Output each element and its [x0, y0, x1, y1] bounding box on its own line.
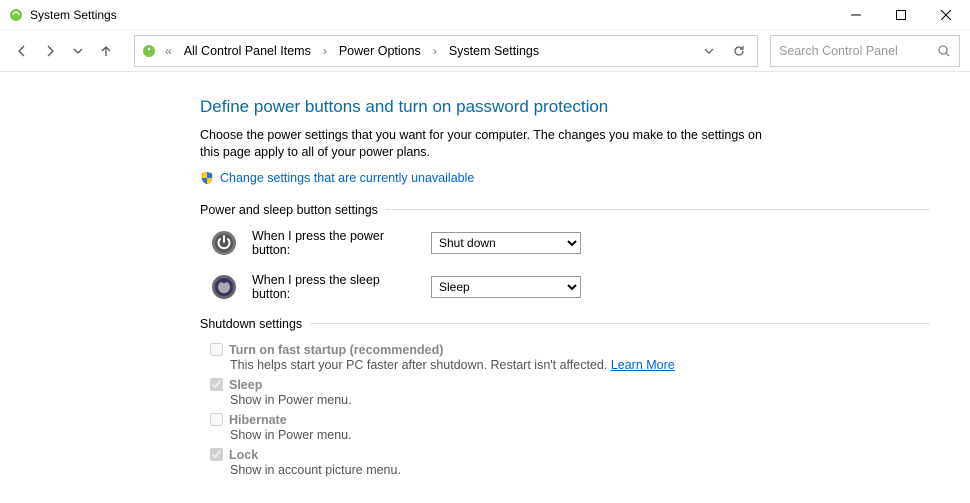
maximize-button[interactable] — [878, 0, 923, 30]
toolbar: « All Control Panel Items › Power Option… — [0, 30, 970, 72]
sleep-label: Sleep — [229, 378, 262, 392]
chevron-left-icon: « — [163, 44, 174, 58]
titlebar: System Settings — [0, 0, 970, 30]
lock-label: Lock — [229, 448, 258, 462]
chevron-right-icon: › — [431, 44, 439, 58]
close-button[interactable] — [923, 0, 968, 30]
power-button-icon — [210, 229, 238, 257]
learn-more-link[interactable]: Learn More — [611, 358, 675, 372]
page-heading: Define power buttons and turn on passwor… — [200, 97, 930, 117]
content-area: Define power buttons and turn on passwor… — [0, 72, 970, 503]
group-title-power-sleep: Power and sleep button settings — [200, 203, 378, 217]
chevron-right-icon: › — [321, 44, 329, 58]
group-title-shutdown: Shutdown settings — [200, 317, 302, 331]
sleep-button-icon — [210, 273, 238, 301]
power-button-select[interactable]: Shut down — [431, 232, 581, 254]
minimize-button[interactable] — [833, 0, 878, 30]
location-icon — [141, 43, 157, 59]
search-input[interactable] — [779, 44, 937, 58]
lock-checkbox[interactable] — [210, 448, 223, 461]
refresh-button[interactable] — [727, 39, 751, 63]
page-subtext: Choose the power settings that you want … — [200, 127, 770, 161]
breadcrumb-item-1[interactable]: Power Options — [335, 42, 425, 60]
forward-button[interactable] — [38, 39, 62, 63]
sleep-button-select[interactable]: Sleep — [431, 276, 581, 298]
window-title: System Settings — [30, 8, 117, 22]
hibernate-checkbox[interactable] — [210, 413, 223, 426]
lock-desc: Show in account picture menu. — [230, 463, 930, 477]
breadcrumb-root[interactable]: All Control Panel Items — [180, 42, 315, 60]
power-button-label: When I press the power button: — [252, 229, 417, 257]
address-dropdown-button[interactable] — [697, 39, 721, 63]
change-settings-link[interactable]: Change settings that are currently unava… — [220, 171, 474, 185]
recent-locations-button[interactable] — [66, 39, 90, 63]
shield-icon — [200, 171, 214, 185]
hibernate-label: Hibernate — [229, 413, 287, 427]
search-box[interactable] — [770, 35, 960, 67]
search-icon — [937, 44, 951, 58]
sleep-checkbox[interactable] — [210, 378, 223, 391]
address-bar[interactable]: « All Control Panel Items › Power Option… — [134, 35, 758, 67]
breadcrumb-current[interactable]: System Settings — [445, 42, 543, 60]
divider — [386, 209, 930, 210]
fast-startup-desc: This helps start your PC faster after sh… — [230, 358, 930, 372]
divider — [310, 323, 930, 324]
back-button[interactable] — [10, 39, 34, 63]
fast-startup-checkbox[interactable] — [210, 343, 223, 356]
fast-startup-label: Turn on fast startup (recommended) — [229, 343, 443, 357]
uac-line: Change settings that are currently unava… — [200, 171, 930, 185]
hibernate-desc: Show in Power menu. — [230, 428, 930, 442]
sleep-desc: Show in Power menu. — [230, 393, 930, 407]
up-button[interactable] — [94, 39, 118, 63]
app-icon — [8, 7, 24, 23]
sleep-button-label: When I press the sleep button: — [252, 273, 417, 301]
